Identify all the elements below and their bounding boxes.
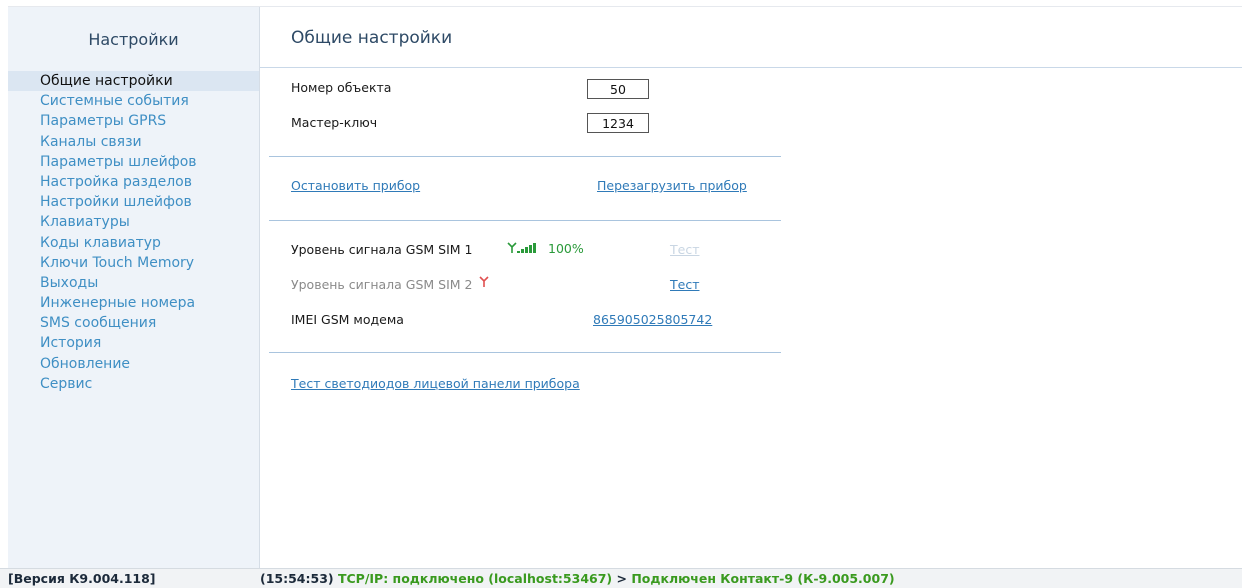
section-divider: [269, 156, 781, 157]
sidebar-item-outputs[interactable]: Выходы: [8, 273, 259, 293]
imei-value[interactable]: 865905025805742: [593, 312, 712, 327]
stop-device-link[interactable]: Остановить прибор: [291, 178, 420, 193]
sidebar-item-engineer-numbers[interactable]: Инженерные номера: [8, 293, 259, 313]
imei-label: IMEI GSM модема: [291, 312, 404, 327]
antenna-icon: [479, 276, 489, 287]
signal-bars-icon: [507, 242, 536, 253]
gsm-sim2-test-link[interactable]: Тест: [670, 277, 699, 292]
title-divider: [260, 67, 1242, 68]
sidebar-item-keyboards[interactable]: Клавиатуры: [8, 212, 259, 232]
led-test-link[interactable]: Тест светодиодов лицевой панели прибора: [291, 376, 580, 391]
page-title: Общие настройки: [291, 28, 453, 48]
gsm-sim1-percent: 100%: [548, 241, 584, 256]
section-divider: [269, 220, 781, 221]
gsm-sim1-test-link[interactable]: Тест: [670, 242, 699, 257]
sidebar-item-loops-setup[interactable]: Настройки шлейфов: [8, 192, 259, 212]
sidebar-divider: [259, 7, 260, 568]
master-key-field[interactable]: 1234: [587, 113, 649, 133]
sidebar-item-history[interactable]: История: [8, 333, 259, 353]
sidebar-item-update[interactable]: Обновление: [8, 354, 259, 374]
sidebar-menu: Общие настройки Системные события Параме…: [8, 71, 259, 394]
sidebar-item-touch-memory-keys[interactable]: Ключи Touch Memory: [8, 253, 259, 273]
sidebar-item-general-settings[interactable]: Общие настройки: [8, 71, 259, 92]
object-number-field[interactable]: 50: [587, 79, 649, 99]
sidebar-item-comm-channels[interactable]: Каналы связи: [8, 132, 259, 152]
status-arrow: >: [616, 571, 627, 586]
connection-status: (15:54:53) TCP/IP: подключено (localhost…: [260, 569, 895, 588]
reboot-device-link[interactable]: Перезагрузить прибор: [597, 178, 747, 193]
status-time: (15:54:53): [260, 571, 334, 586]
gsm-sim2-label: Уровень сигнала GSM SIM 2: [291, 277, 473, 292]
version-label: [Версия К9.004.118]: [8, 571, 156, 586]
gsm-sim1-label: Уровень сигнала GSM SIM 1: [291, 242, 473, 257]
sidebar-item-partitions-setup[interactable]: Настройка разделов: [8, 172, 259, 192]
sidebar: Настройки Общие настройки Системные собы…: [8, 7, 259, 568]
sidebar-item-loop-params[interactable]: Параметры шлейфов: [8, 152, 259, 172]
status-bar: [Версия К9.004.118] (15:54:53) TCP/IP: п…: [0, 568, 1242, 588]
device-status: Подключен Контакт-9 (К-9.005.007): [631, 571, 895, 586]
sidebar-item-service[interactable]: Сервис: [8, 374, 259, 394]
sidebar-title: Настройки: [88, 30, 179, 49]
sidebar-item-keyboard-codes[interactable]: Коды клавиатур: [8, 233, 259, 253]
tcp-status: TCP/IP: подключено (localhost:53467): [337, 571, 613, 586]
section-divider: [269, 352, 781, 353]
sidebar-item-sms-messages[interactable]: SMS сообщения: [8, 313, 259, 333]
sidebar-item-gprs-params[interactable]: Параметры GPRS: [8, 111, 259, 131]
sidebar-item-system-events[interactable]: Системные события: [8, 91, 259, 111]
master-key-label: Мастер-ключ: [291, 115, 378, 130]
object-number-label: Номер объекта: [291, 80, 392, 95]
